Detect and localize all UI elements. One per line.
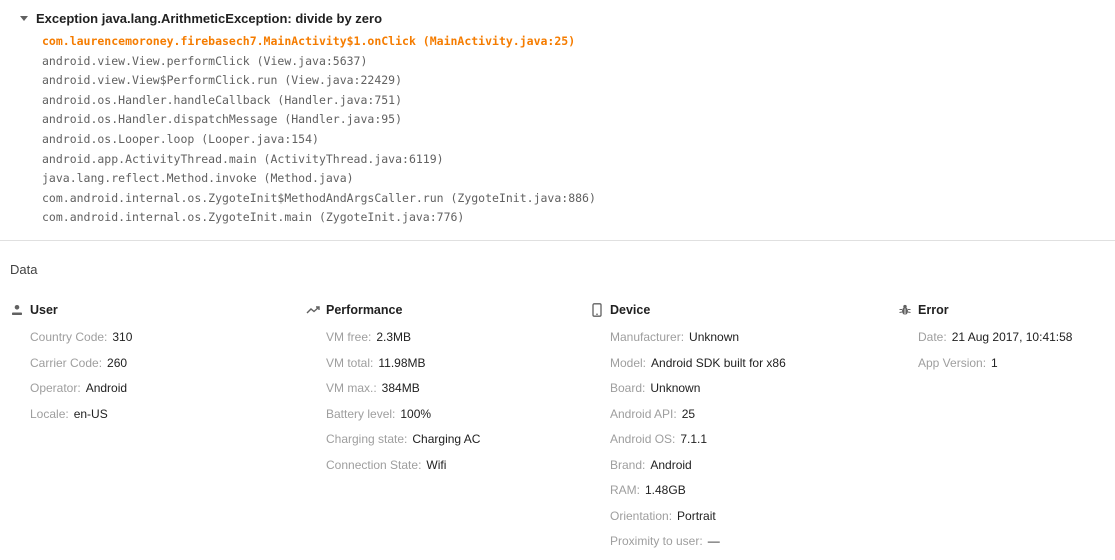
stack-frame: android.os.Handler.handleCallback (Handl…: [42, 92, 403, 107]
device-manufacturer: Manufacturer: Unknown: [610, 330, 740, 344]
bug-icon: [898, 303, 912, 317]
device-android-os: Android OS: 7.1.1: [610, 432, 708, 446]
stack-trace: com.laurencemoroney.firebasech7.MainActi…: [42, 32, 596, 228]
error-app-version: App Version: 1: [918, 355, 998, 370]
perf-connection-state: Connection State: Wifi: [326, 457, 447, 472]
stack-frame: com.android.internal.os.ZygoteInit$Metho…: [42, 190, 596, 205]
divider: [0, 240, 1115, 241]
performance-header: Performance: [306, 302, 480, 318]
user-country-code: Country Code: 310: [30, 330, 133, 344]
error-date: Date: 21 Aug 2017, 10:41:58: [918, 330, 1073, 344]
user-carrier-code: Carrier Code: 260: [30, 355, 128, 370]
exception-title: Exception java.lang.ArithmeticException:…: [36, 10, 383, 26]
stack-frame: android.view.View$PerformClick.run (View…: [42, 73, 403, 88]
error-title: Error: [918, 303, 949, 317]
trending-icon: [306, 303, 320, 317]
stack-frame: com.android.internal.os.ZygoteInit.main …: [42, 210, 465, 225]
error-section: Error Date: 21 Aug 2017, 10:41:58 App Ver…: [898, 302, 1072, 381]
error-header: Error: [898, 302, 1072, 318]
device-section: Device Manufacturer: Unknown Model: Androi…: [590, 302, 786, 560]
exception-toggle[interactable]: Exception java.lang.ArithmeticException:…: [20, 8, 382, 28]
perf-battery-level: Battery level: 100%: [326, 406, 432, 421]
performance-section: Performance VM free: 2.3MB VM total: 11.98…: [306, 302, 480, 483]
stack-frame: java.lang.reflect.Method.invoke (Method.…: [42, 171, 354, 186]
user-section: User Country Code: 310 Carrier Code: 260 O…: [10, 302, 132, 432]
stack-frame: android.app.ActivityThread.main (Activit…: [42, 151, 444, 166]
perf-vm-total: VM total: 11.98MB: [326, 355, 426, 370]
stack-frame: android.os.Handler.dispatchMessage (Hand…: [42, 112, 403, 127]
person-icon: [10, 303, 24, 317]
device-model: Model: Android SDK built for x86: [610, 355, 786, 370]
stack-frame: com.laurencemoroney.firebasech7.MainActi…: [42, 34, 576, 48]
user-operator: Operator: Android: [30, 381, 128, 395]
perf-vm-free: VM free: 2.3MB: [326, 330, 412, 344]
user-header: User: [10, 302, 132, 318]
user-locale: Locale: en-US: [30, 406, 108, 421]
device-board: Board: Unknown: [610, 381, 701, 395]
device-title: Device: [610, 303, 651, 317]
device-proximity: Proximity to user: —: [610, 534, 720, 548]
performance-title: Performance: [326, 303, 403, 317]
phone-icon: [590, 303, 604, 317]
stack-frame: android.view.View.performClick (View.jav…: [42, 53, 368, 68]
device-ram: RAM: 1.48GB: [610, 483, 686, 497]
user-title: User: [30, 303, 58, 317]
data-section-title: Data: [10, 262, 38, 277]
caret-down-icon[interactable]: [20, 16, 28, 21]
perf-vm-max: VM max.: 384MB: [326, 381, 420, 395]
perf-charging-state: Charging state: Charging AC: [326, 432, 481, 446]
device-header: Device: [590, 302, 786, 318]
stack-frame: android.os.Looper.loop (Looper.java:154): [42, 131, 319, 146]
device-orientation: Orientation: Portrait: [610, 508, 716, 523]
device-android-api: Android API: 25: [610, 406, 696, 421]
device-brand: Brand: Android: [610, 457, 692, 472]
